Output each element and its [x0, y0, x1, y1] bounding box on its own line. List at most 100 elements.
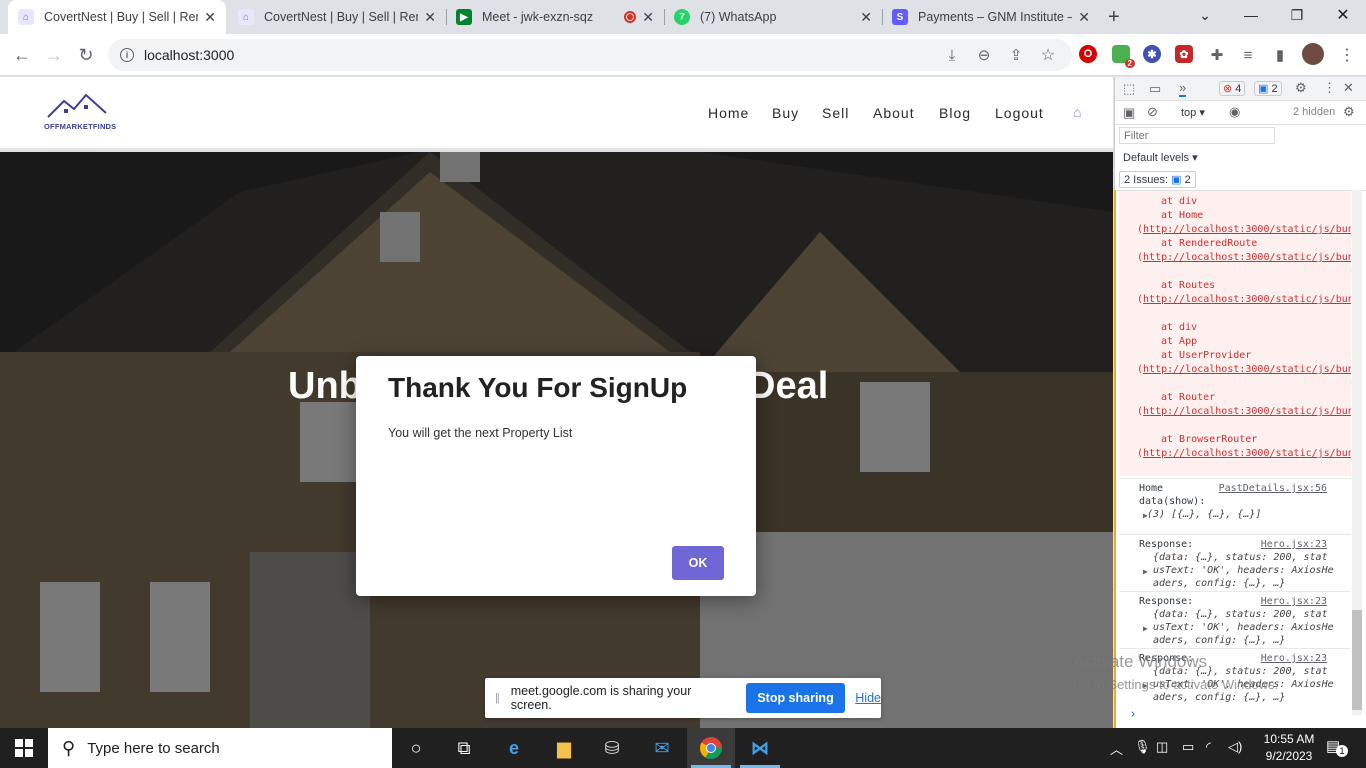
close-tab-icon[interactable]: ✕	[1078, 9, 1090, 26]
clear-console-icon[interactable]: ⊘	[1147, 104, 1158, 120]
tab-covertnest-2[interactable]: ⌂ CovertNest | Buy | Sell | Rent ✕	[228, 0, 446, 34]
close-tab-icon[interactable]: ✕	[424, 9, 436, 26]
stack-link[interactable]: http://localhost:3000/static/js/bundle.j…	[1143, 364, 1351, 375]
mail-icon[interactable]: ✉	[648, 734, 676, 762]
stack-link[interactable]: http://localhost:3000/static/js/bundle.j…	[1143, 224, 1351, 235]
live-expression-eye-icon[interactable]: ◉	[1229, 104, 1240, 120]
log-source-link[interactable]: Hero.jsx:23	[1261, 595, 1327, 608]
bookmark-star-icon[interactable]: ☆	[1033, 40, 1063, 70]
tab-meet[interactable]: ▶ Meet - jwk-exzn-sqz ✕	[446, 0, 664, 34]
zoom-icon[interactable]: ⊖	[969, 40, 999, 70]
red-extension-icon[interactable]: ✿	[1175, 45, 1193, 63]
new-tab-icon[interactable]: +	[1108, 6, 1120, 29]
tab-whatsapp[interactable]: 7 (7) WhatsApp ✕	[664, 0, 882, 34]
log-object[interactable]: {data: {…}, status: 200, stat	[1139, 551, 1351, 564]
device-toolbar-icon[interactable]: ▭	[1149, 81, 1161, 97]
minimize-icon[interactable]: —	[1228, 0, 1274, 30]
share-icon[interactable]: ⇪	[1001, 40, 1031, 70]
stack-link[interactable]: http://localhost:3000/static/js/bundle.j…	[1143, 406, 1351, 417]
start-button[interactable]	[0, 728, 48, 768]
microphone-icon[interactable]: 🎙	[1134, 739, 1151, 755]
console-settings-icon[interactable]: ⚙	[1343, 104, 1355, 120]
tab-covertnest-1[interactable]: ⌂ CovertNest | Buy | Sell | Rent ✕	[8, 0, 226, 34]
close-window-icon[interactable]: ✕	[1320, 0, 1366, 30]
edge-icon[interactable]: e	[500, 734, 528, 762]
close-tab-icon[interactable]: ✕	[642, 9, 654, 26]
user-house-icon[interactable]: ⌂	[1073, 104, 1081, 120]
settings-gear-icon[interactable]: ⚙	[1295, 80, 1307, 96]
stack-link[interactable]: http://localhost:3000/static/js/bundle.j…	[1143, 294, 1351, 305]
stop-sharing-button[interactable]: Stop sharing	[745, 683, 846, 713]
expand-caret-icon[interactable]: ▶	[1143, 565, 1148, 578]
address-bar[interactable]: i localhost:3000	[108, 39, 1072, 71]
nav-home[interactable]: Home	[708, 105, 749, 121]
issues-count-badge[interactable]: ▣ 2	[1254, 81, 1282, 96]
chrome-icon[interactable]	[697, 734, 725, 762]
notification-icon[interactable]: ▤ 1	[1326, 737, 1348, 757]
log-object[interactable]: (3) [{…}, {…}, {…}]	[1139, 508, 1351, 521]
store-icon[interactable]: ⛁	[598, 734, 626, 762]
ok-button[interactable]: OK	[672, 546, 724, 580]
drag-handle-icon[interactable]: ||	[495, 692, 500, 704]
nav-logout[interactable]: Logout	[995, 105, 1044, 121]
file-explorer-icon[interactable]: ▆	[550, 734, 578, 762]
more-tabs-icon[interactable]: »	[1179, 80, 1187, 97]
battery-icon[interactable]: ▭	[1182, 739, 1194, 755]
console-scrollbar-thumb[interactable]	[1352, 610, 1362, 710]
extensions-puzzle-icon[interactable]: ✚	[1202, 40, 1232, 70]
console-prompt[interactable]: ›	[1129, 707, 1137, 722]
forward-icon[interactable]: →	[39, 40, 69, 70]
opera-extension-icon[interactable]: O	[1079, 45, 1097, 63]
issues-link[interactable]: 2 Issues: ▣ 2	[1119, 171, 1196, 188]
profile-avatar[interactable]	[1302, 43, 1324, 65]
log-object[interactable]: {data: {…}, status: 200, stat	[1139, 608, 1351, 621]
hidden-count: 2 hidden	[1293, 106, 1336, 118]
side-panel-icon[interactable]: ▮	[1265, 40, 1295, 70]
log-source-link[interactable]: Hero.jsx:23	[1261, 652, 1327, 665]
snowflake-extension-icon[interactable]: ✱	[1143, 45, 1161, 63]
nav-blog[interactable]: Blog	[939, 105, 971, 121]
close-devtools-icon[interactable]: ✕	[1343, 80, 1354, 96]
nav-buy[interactable]: Buy	[772, 105, 799, 121]
install-app-icon[interactable]: ⤓	[937, 40, 967, 70]
log-source-link[interactable]: Hero.jsx:23	[1261, 538, 1327, 551]
log-levels-dropdown[interactable]: Default levels ▾	[1123, 151, 1198, 164]
menu-kebab-icon[interactable]: ⋮	[1332, 40, 1362, 70]
sidebar-toggle-icon[interactable]: ▣	[1123, 105, 1135, 121]
task-view-icon[interactable]: ⧉	[450, 734, 478, 762]
inspect-element-icon[interactable]: ⬚	[1123, 81, 1135, 97]
stack-link[interactable]: http://localhost:3000/static/js/bundle.j…	[1143, 252, 1351, 263]
expand-caret-icon[interactable]: ▶	[1143, 509, 1148, 522]
color-extension-icon[interactable]: 2	[1112, 45, 1135, 68]
vscode-icon[interactable]: ⋈	[746, 734, 774, 762]
show-hidden-icons-icon[interactable]: ︿	[1110, 739, 1123, 758]
expand-caret-icon[interactable]: ▶	[1143, 622, 1148, 635]
stack-link[interactable]: http://localhost:3000/static/js/bundle.j…	[1143, 448, 1351, 459]
devtools-menu-icon[interactable]: ⋮	[1323, 80, 1336, 96]
tab-payments[interactable]: S Payments – GNM Institute – S ✕	[882, 0, 1100, 34]
close-tab-icon[interactable]: ✕	[204, 9, 216, 26]
tab-search-icon[interactable]: ⌄	[1182, 0, 1228, 30]
nav-sell[interactable]: Sell	[822, 105, 849, 121]
warning-stripe	[1114, 190, 1116, 728]
log-object: usText: 'OK', headers: AxiosHe	[1153, 565, 1334, 576]
reload-icon[interactable]: ↻	[71, 40, 101, 70]
cortana-icon[interactable]: ○	[402, 734, 430, 762]
back-icon[interactable]: ←	[7, 40, 37, 70]
media-control-icon[interactable]: ≡	[1233, 40, 1263, 70]
site-logo[interactable]: OFFMARKETFINDS	[44, 91, 116, 131]
wifi-icon[interactable]: ◜	[1206, 739, 1211, 755]
hide-link[interactable]: Hide	[855, 691, 881, 705]
nav-about[interactable]: About	[873, 105, 915, 121]
context-select[interactable]: top ▾	[1181, 106, 1205, 119]
restore-icon[interactable]: ❐	[1274, 0, 1320, 30]
log-source-link[interactable]: PastDetails.jsx:56	[1219, 482, 1327, 495]
error-count-badge[interactable]: ⊗ 4	[1219, 81, 1246, 96]
site-info-icon[interactable]: i	[120, 48, 134, 62]
taskbar-search[interactable]: ⚲ Type here to search	[48, 728, 392, 768]
taskbar-clock[interactable]: 10:55 AM 9/2/2023	[1256, 731, 1322, 765]
camera-icon[interactable]: ◫	[1156, 739, 1168, 755]
console-filter-input[interactable]	[1119, 127, 1275, 144]
close-tab-icon[interactable]: ✕	[860, 9, 872, 26]
volume-icon[interactable]: ◁)	[1228, 739, 1242, 755]
